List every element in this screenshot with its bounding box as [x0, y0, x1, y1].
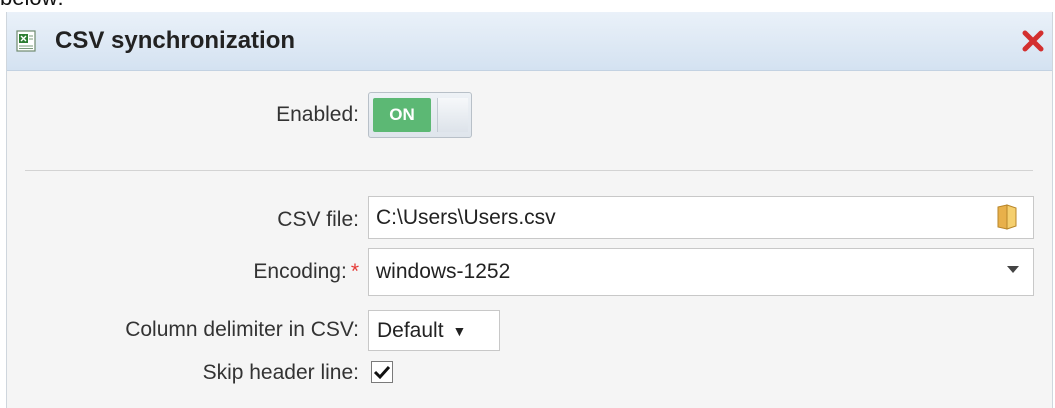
checkmark-icon [373, 365, 391, 380]
encoding-label: Encoding: * [253, 260, 359, 284]
skip-header-checkbox[interactable] [371, 361, 393, 383]
toggle-on-state: ON [373, 98, 431, 132]
encoding-label-text: Encoding: [253, 260, 347, 283]
skip-header-label: Skip header line: [202, 361, 359, 384]
csv-file-icon [16, 30, 36, 52]
title-bar: CSV synchronization [7, 12, 1052, 71]
delimiter-select[interactable]: Default ▼ [368, 310, 500, 351]
enabled-label: Enabled: [276, 103, 359, 126]
required-marker: * [350, 260, 359, 283]
dropdown-arrow-icon: ▼ [452, 322, 467, 339]
encoding-select[interactable]: windows-1252 [368, 248, 1034, 296]
csv-sync-panel: CSV synchronization Enabled: ON CSV file… [6, 12, 1053, 408]
folder-icon[interactable] [995, 203, 1019, 231]
enabled-toggle[interactable]: ON [368, 92, 472, 138]
divider [25, 170, 1033, 171]
above-text: below: [0, 0, 64, 10]
delimiter-value: Default [377, 318, 444, 342]
delimiter-label: Column delimiter in CSV: [125, 318, 359, 341]
encoding-value: windows-1252 [376, 260, 511, 283]
close-icon[interactable] [1020, 28, 1046, 54]
window-title: CSV synchronization [55, 27, 296, 54]
chevron-down-icon [1007, 266, 1019, 273]
csv-file-label: CSV file: [277, 208, 359, 231]
csv-file-input[interactable]: C:\Users\Users.csv [368, 196, 1034, 239]
csv-file-value: C:\Users\Users.csv [376, 205, 556, 229]
toggle-knob [437, 98, 468, 132]
